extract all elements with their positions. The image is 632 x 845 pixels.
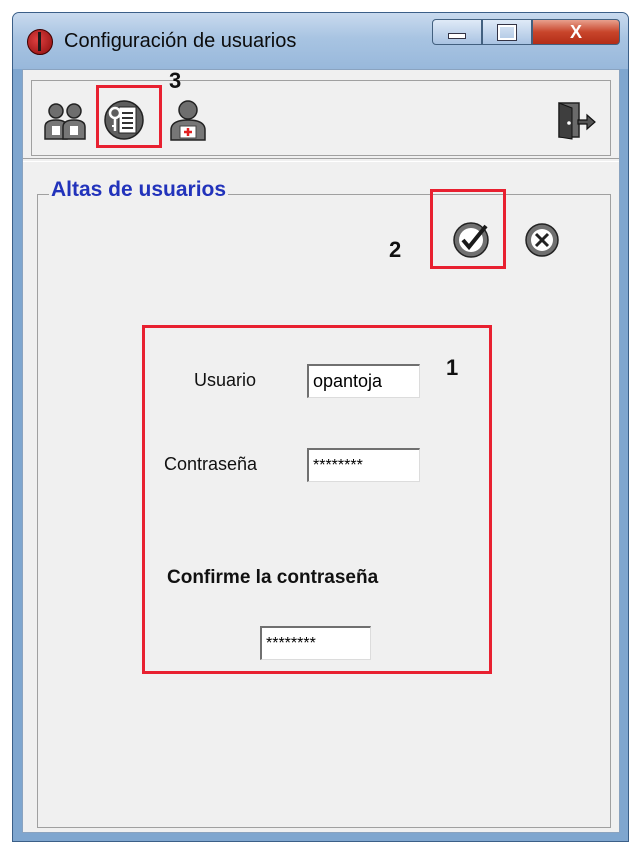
toolbar-highlight	[96, 85, 162, 148]
minimize-icon	[448, 33, 466, 39]
close-button[interactable]: X	[532, 19, 620, 45]
ladybug-icon	[27, 29, 53, 55]
window-title: Configuración de usuarios	[64, 30, 297, 52]
accept-number: 2	[389, 237, 402, 262]
form-number: 1	[446, 355, 459, 380]
title-bar[interactable]: Configuración de usuarios X	[13, 13, 628, 69]
maximize-icon	[498, 24, 516, 40]
close-icon: X	[569, 21, 582, 42]
form-highlight	[142, 325, 492, 674]
accept-highlight	[430, 189, 506, 269]
exit-door-icon[interactable]	[554, 99, 596, 141]
cancel-button[interactable]	[524, 222, 564, 262]
users-icon[interactable]	[44, 99, 86, 141]
toolbar-number: 3	[169, 68, 182, 93]
cancel-x-icon	[525, 223, 559, 257]
add-user-icon[interactable]	[167, 99, 209, 141]
minimize-button[interactable]	[432, 19, 482, 45]
section-title: Altas de usuarios	[49, 178, 229, 202]
maximize-button[interactable]	[482, 19, 532, 45]
toolbar-separator	[23, 158, 619, 162]
